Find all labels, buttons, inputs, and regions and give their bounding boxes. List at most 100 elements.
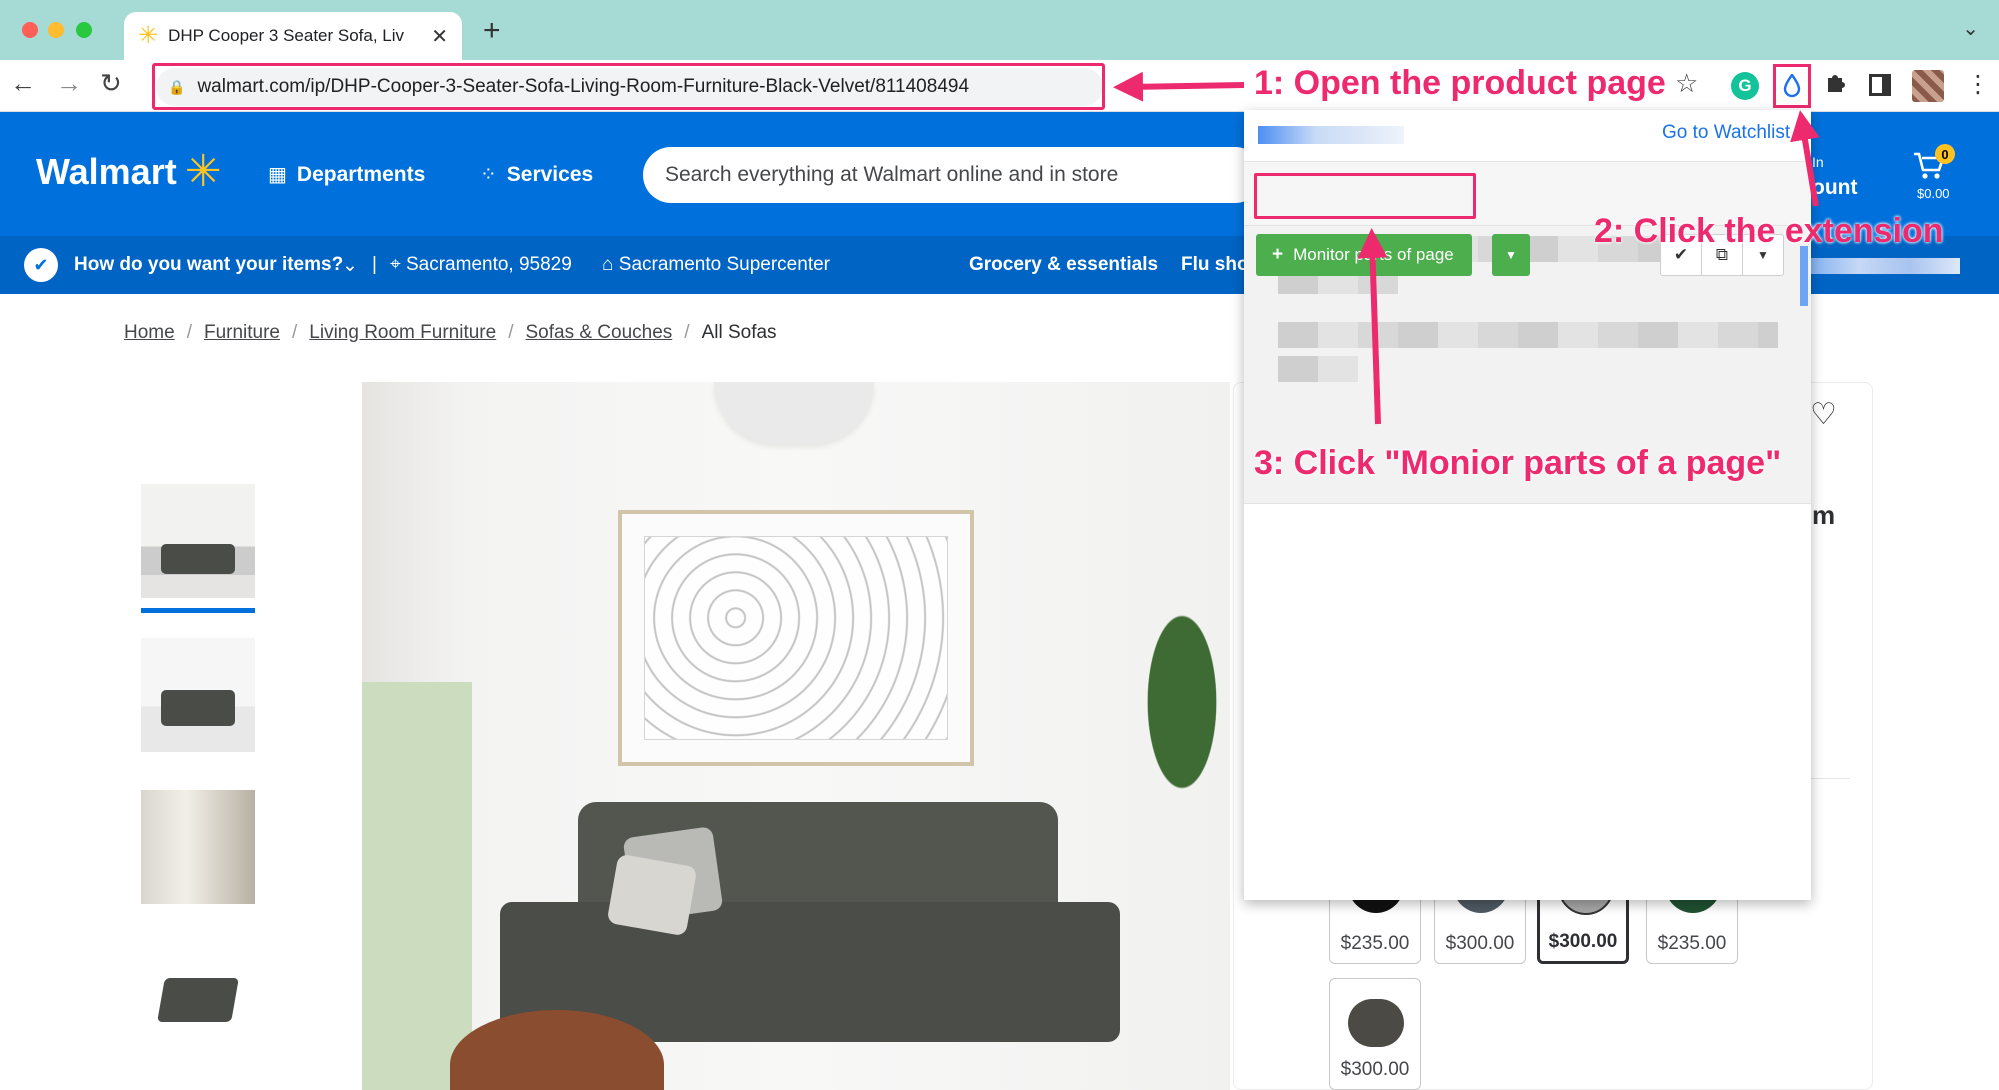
wall-art <box>618 510 974 766</box>
swatch-price: $300.00 <box>1548 931 1618 952</box>
blurred-list-item <box>1278 356 1358 382</box>
pillow <box>606 853 698 937</box>
product-thumbnail[interactable] <box>141 790 255 904</box>
tab-strip: ✳ DHP Cooper 3 Seater Sofa, Liv ✕ + ⌄ <box>0 0 1999 60</box>
services-label: Services <box>506 162 594 186</box>
minimize-window-button[interactable] <box>48 22 64 38</box>
swatch-color <box>1348 999 1404 1047</box>
departments-label: Departments <box>296 162 426 186</box>
product-image[interactable] <box>362 382 1230 1090</box>
monitor-button-highlight <box>1254 173 1476 219</box>
green-shelf <box>362 682 472 1090</box>
account-button[interactable]: ount <box>1812 176 1857 200</box>
signin-label: In <box>1812 154 1824 170</box>
annotation-step-3: 3: Click "Monior parts of a page" <box>1254 444 1782 482</box>
bookmark-star-icon[interactable]: ☆ <box>1675 68 1698 99</box>
thumbnail-sofa <box>161 690 235 726</box>
monitor-parts-button[interactable]: + Monitor parts of page <box>1256 234 1472 276</box>
thumbnail-sofa <box>157 978 239 1022</box>
browser-tab[interactable]: ✳ DHP Cooper 3 Seater Sofa, Liv ✕ <box>124 12 462 60</box>
breadcrumb-current: All Sofas <box>701 322 777 343</box>
reload-button[interactable]: ↻ <box>100 70 122 96</box>
breadcrumb-furniture[interactable]: Furniture <box>204 322 280 344</box>
logo-text: Walmart <box>36 151 177 192</box>
fulfillment-selector[interactable]: How do you want your items? <box>74 254 343 276</box>
services-button[interactable]: ⁘ Services <box>480 162 593 187</box>
popup-header: Go to Watchlist <box>1244 110 1811 162</box>
location-button[interactable]: ⌖ Sacramento, 95829 <box>390 254 572 276</box>
walmart-spark-icon: ✳ <box>138 22 159 49</box>
color-swatch[interactable]: $235.00 <box>1329 873 1421 964</box>
product-title-fragment: m <box>1812 500 1836 530</box>
new-tab-button[interactable]: + <box>483 16 501 46</box>
swatch-price: $235.00 <box>1340 933 1410 954</box>
breadcrumb-sofas[interactable]: Sofas & Couches <box>525 322 672 344</box>
popup-scrollbar[interactable] <box>1800 246 1808 306</box>
puzzle-icon[interactable] <box>1824 70 1848 101</box>
color-swatch[interactable]: $300.00 <box>1329 978 1421 1090</box>
store-button[interactable]: ⌂ Sacramento Supercenter <box>602 254 830 276</box>
back-button[interactable]: ← <box>10 70 36 96</box>
wall-art-canvas <box>644 536 948 740</box>
cart-count-badge: 0 <box>1935 144 1955 164</box>
plant <box>1122 552 1230 852</box>
store-label: Sacramento Supercenter <box>618 254 830 275</box>
chevron-down-icon[interactable]: ⌄ <box>342 254 358 277</box>
breadcrumb: Home / Furniture / Living Room Furniture… <box>124 322 777 344</box>
product-thumbnail[interactable] <box>141 638 255 752</box>
monitor-extension-icon[interactable] <box>1773 64 1811 108</box>
grammarly-extension-icon[interactable]: G <box>1731 72 1759 100</box>
menu-icon[interactable]: ⋮ <box>1966 70 1990 99</box>
forward-button[interactable]: → <box>56 70 82 96</box>
flu-shots-link[interactable]: Flu sho <box>1181 254 1249 276</box>
chevron-down-icon[interactable]: ⌄ <box>1962 16 1979 41</box>
color-swatch[interactable]: $300.00 <box>1434 873 1526 964</box>
annotation-step-2: 2: Click the extension <box>1594 212 1944 250</box>
services-icon: ⁘ <box>480 164 497 186</box>
watchlist-link[interactable]: Go to Watchlist <box>1662 122 1790 144</box>
spark-icon: ✳ <box>184 147 222 196</box>
grocery-link[interactable]: Grocery & essentials <box>969 254 1158 276</box>
browser-toolbar: ← → ↻ 🔒 walmart.com/ip/DHP-Cooper-3-Seat… <box>0 60 1999 112</box>
swatch-price: $300.00 <box>1340 1059 1410 1080</box>
droplet-icon <box>1783 74 1801 98</box>
close-window-button[interactable] <box>22 22 38 38</box>
breadcrumb-separator: / <box>186 322 192 343</box>
plus-icon: + <box>1272 244 1284 265</box>
breadcrumb-home[interactable]: Home <box>124 322 175 344</box>
active-thumbnail-indicator <box>141 608 255 613</box>
monitor-dropdown-button[interactable]: ▼ <box>1492 234 1530 276</box>
maximize-window-button[interactable] <box>76 22 92 38</box>
puzzle-shape <box>1828 75 1845 92</box>
side-panel-icon[interactable] <box>1869 74 1891 96</box>
breadcrumb-separator: / <box>292 322 298 343</box>
blurred-account <box>1258 126 1404 144</box>
walmart-logo[interactable]: Walmart ✳ <box>36 150 222 194</box>
product-thumbnail[interactable] <box>141 484 255 598</box>
delivery-icon: ✔ <box>24 248 58 282</box>
color-swatch[interactable]: $235.00 <box>1646 873 1738 964</box>
thumbnail-sofa <box>161 544 235 574</box>
breadcrumb-separator: / <box>508 322 514 343</box>
monitor-parts-label: Monitor parts of page <box>1293 245 1454 264</box>
divider: | <box>372 254 377 275</box>
address-bar-highlight <box>152 63 1105 110</box>
color-swatch-selected[interactable]: $300.00 <box>1537 875 1629 964</box>
location-label: Sacramento, 95829 <box>405 254 572 275</box>
blurred-list-item <box>1278 322 1778 348</box>
departments-button[interactable]: ▦ Departments <box>268 162 425 187</box>
pendant-lamp <box>714 382 874 444</box>
blurred-link <box>1808 258 1960 274</box>
tab-title: DHP Cooper 3 Seater Sofa, Liv <box>168 26 405 45</box>
favorite-heart-icon[interactable]: ♡ <box>1810 397 1837 432</box>
close-icon[interactable]: ✕ <box>431 24 448 49</box>
grid-icon: ▦ <box>268 164 287 186</box>
avatar[interactable] <box>1912 70 1944 102</box>
annotation-step-1: 1: Open the product page <box>1254 64 1666 102</box>
breadcrumb-separator: / <box>684 322 690 343</box>
swatch-price: $300.00 <box>1445 933 1515 954</box>
search-input[interactable]: Search everything at Walmart online and … <box>643 147 1263 203</box>
product-thumbnail[interactable] <box>141 948 255 1062</box>
swatch-price: $235.00 <box>1657 933 1727 954</box>
breadcrumb-living-room[interactable]: Living Room Furniture <box>309 322 496 344</box>
